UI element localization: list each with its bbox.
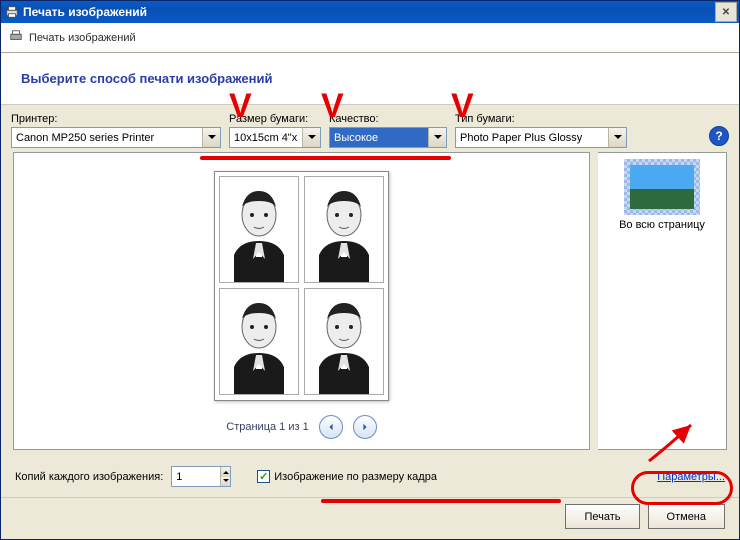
print-wizard-window: Печать изображений ✕ Печать изображений … [0,0,740,540]
cancel-button[interactable]: Отмена [648,504,725,529]
printer-icon [5,5,19,19]
bottom-controls: Копий каждого изображения: ✓ Изображение… [1,456,739,497]
fit-to-frame-checkbox[interactable]: ✓ Изображение по размеру кадра [257,470,437,483]
paper-size-dropdown[interactable]: 10x15cm 4"x [229,127,321,148]
dialog-buttons: Печать Отмена [1,497,739,539]
close-button[interactable]: ✕ [715,2,737,22]
fit-to-frame-label: Изображение по размеру кадра [274,471,437,483]
passport-photo [219,288,299,395]
quality-label: Качество: [329,113,447,125]
page-preview [214,171,389,401]
printer-label: Принтер: [11,113,221,125]
copies-spinner[interactable] [220,467,230,486]
copies-label: Копий каждого изображения: [15,471,163,483]
help-icon[interactable]: ? [709,126,729,146]
prev-page-button[interactable] [319,415,343,439]
spinner-down-icon[interactable] [221,477,230,487]
quality-dropdown[interactable]: Высокое [329,127,447,148]
printer-small-icon [9,29,23,46]
passport-photo [304,176,384,283]
copies-stepper[interactable] [171,466,231,487]
preview-pane: Страница 1 из 1 [13,152,590,450]
titlebar: Печать изображений ✕ [1,1,739,23]
chevron-down-icon [428,128,446,147]
passport-photo [304,288,384,395]
preview-row: Страница 1 из 1 Во всю страницу [1,152,739,456]
chevron-down-icon [302,128,320,147]
pager-label: Страница 1 из 1 [226,421,308,433]
chevron-down-icon [608,128,626,147]
printer-value: Canon MP250 series Printer [16,132,154,144]
copies-input[interactable] [172,471,220,483]
sub-header-text: Печать изображений [29,32,136,44]
paper-type-value: Photo Paper Plus Glossy [460,132,582,144]
printer-dropdown[interactable]: Canon MP250 series Printer [11,127,221,148]
chevron-down-icon [202,128,220,147]
layout-templates-pane: Во всю страницу [598,152,727,450]
layout-thumb-label: Во всю страницу [619,219,705,231]
window-title: Печать изображений [23,5,147,19]
passport-photo [219,176,299,283]
print-button[interactable]: Печать [565,504,639,529]
spinner-up-icon[interactable] [221,467,230,477]
print-options-row: V V V Принтер: Canon MP250 series Printe… [1,105,739,152]
page-heading: Выберите способ печати изображений [21,71,272,86]
pager: Страница 1 из 1 [226,415,376,439]
annotation-underline-options [200,156,451,160]
checkbox-icon: ✓ [257,470,270,483]
paper-size-value: 10x15cm 4"x [234,132,297,144]
next-page-button[interactable] [353,415,377,439]
parameters-link[interactable]: Параметры... [657,471,725,483]
quality-value: Высокое [334,132,378,144]
sub-header: Печать изображений [1,23,739,53]
layout-thumb-fullpage[interactable] [624,159,700,215]
paper-type-dropdown[interactable]: Photo Paper Plus Glossy [455,127,627,148]
heading-area: Выберите способ печати изображений [1,53,739,105]
paper-size-label: Размер бумаги: [229,113,321,125]
paper-type-label: Тип бумаги: [455,113,627,125]
